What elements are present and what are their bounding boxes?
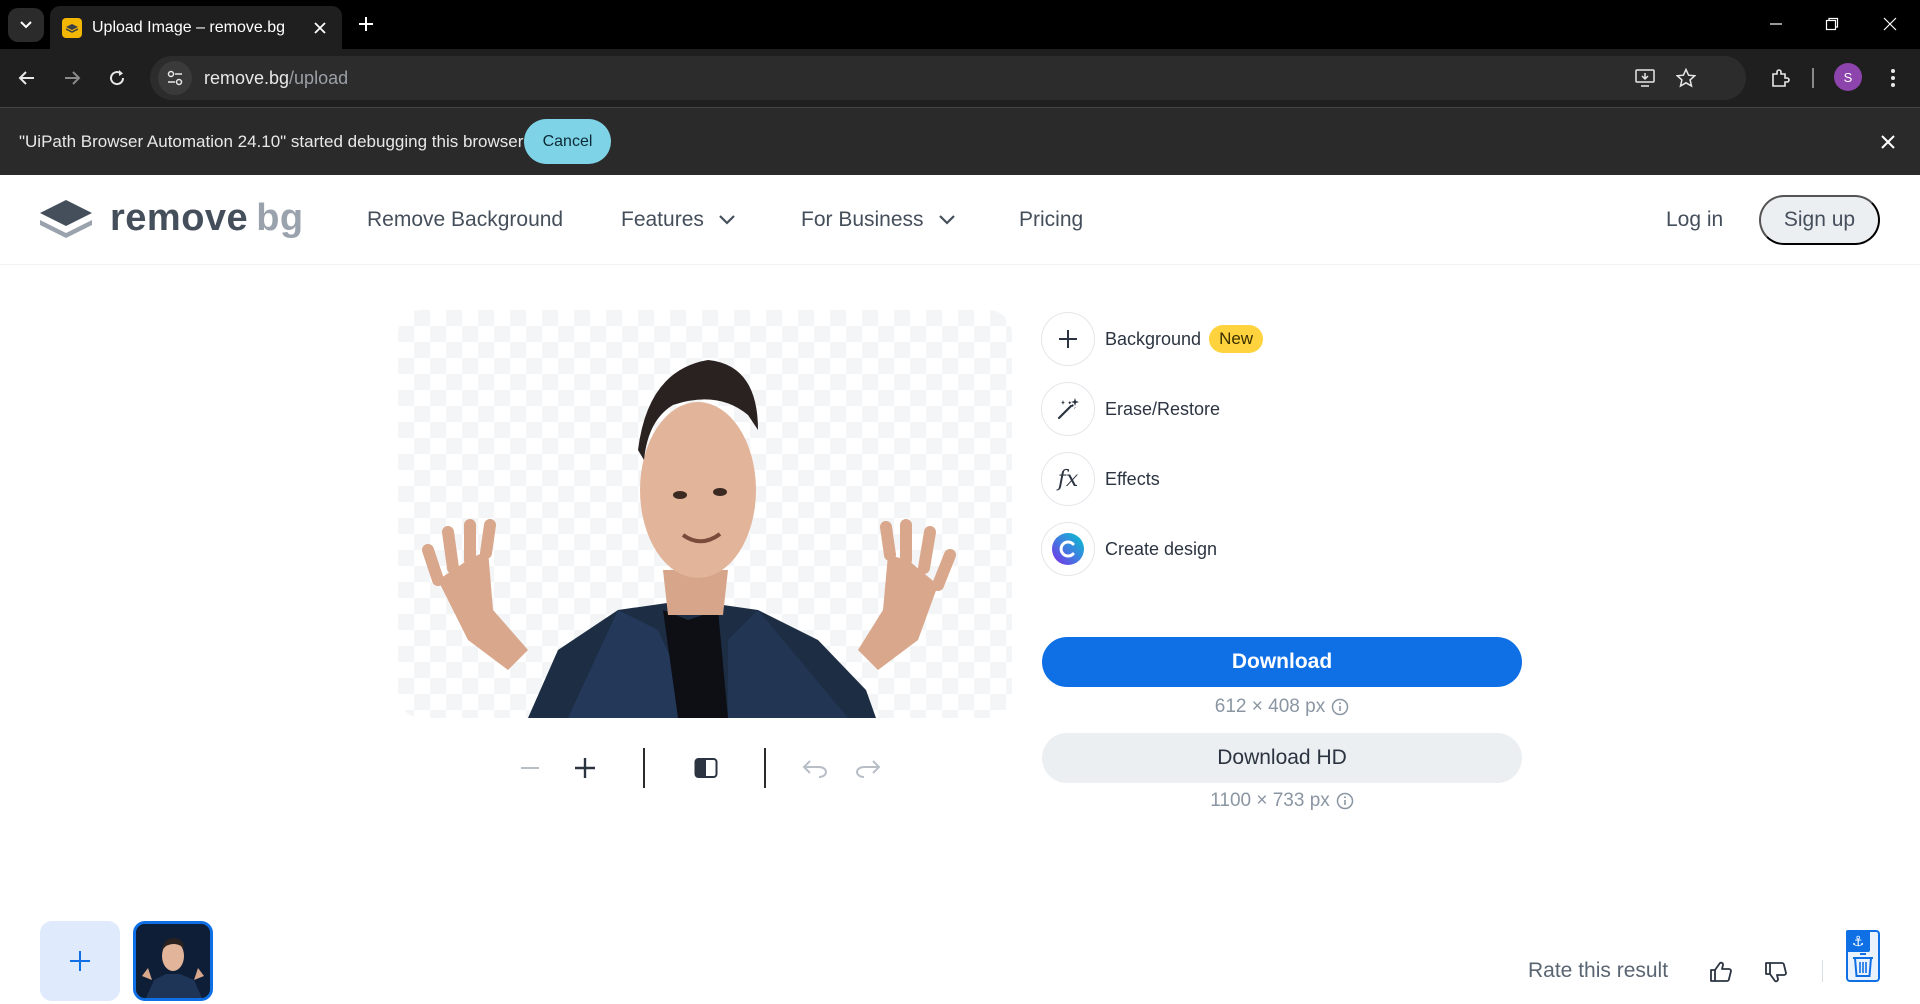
chevron-down-icon (719, 215, 735, 225)
restore-icon (1825, 17, 1839, 31)
plus-icon (575, 758, 595, 778)
minimize-icon (1770, 23, 1782, 25)
plus-icon (70, 951, 90, 971)
minus-icon (521, 767, 539, 769)
download-button[interactable]: Download (1042, 637, 1522, 687)
background-tool-label: Background (1105, 328, 1202, 349)
cutout-person-image (422, 360, 956, 718)
magic-brush-icon (1041, 382, 1095, 436)
compare-button[interactable] (686, 748, 726, 788)
info-icon[interactable] (1331, 698, 1349, 716)
puzzle-icon (1772, 69, 1790, 87)
undo-button[interactable] (795, 748, 835, 788)
thumbs-up-icon (1710, 961, 1732, 982)
profile-avatar[interactable]: S (1834, 63, 1862, 91)
thumbnail-person-image (136, 924, 210, 998)
image-thumbnail[interactable] (133, 921, 213, 1001)
browser-tab[interactable]: Upload Image – remove.bg (50, 6, 342, 49)
effects-tool[interactable]: fx Effects (1041, 452, 1160, 506)
new-tab-button[interactable] (352, 10, 380, 38)
nav-features[interactable]: Features (621, 208, 736, 232)
nav-pricing[interactable]: Pricing (1019, 208, 1083, 232)
arrow-right-icon (65, 71, 81, 85)
zoom-out-button[interactable] (510, 748, 550, 788)
infobar-cancel-button[interactable]: Cancel (524, 119, 611, 164)
thumbs-down-button[interactable] (1758, 954, 1794, 990)
logo-wordmark: remove bg (110, 197, 304, 239)
download-hd-size-note: 1100 × 733 px (1042, 790, 1522, 812)
anchor-icon: ⚓ (1846, 930, 1870, 952)
install-app-icon[interactable] (1628, 61, 1662, 95)
control-divider (643, 748, 645, 788)
download-hd-button[interactable]: Download HD (1042, 733, 1522, 783)
rate-result-text: Rate this result (1528, 959, 1669, 982)
download-size-text: 612 × 408 px (1214, 696, 1326, 717)
add-image-button[interactable] (40, 921, 120, 1001)
erase-restore-tool[interactable]: Erase/Restore (1041, 382, 1220, 436)
effects-label: Effects (1105, 468, 1160, 489)
minimize-button[interactable] (1756, 8, 1796, 40)
redo-icon (856, 760, 881, 778)
restore-button[interactable] (1812, 8, 1852, 40)
chevron-down-icon (20, 21, 32, 29)
tab-list-button[interactable] (8, 8, 44, 42)
nav-for-business[interactable]: For Business (801, 208, 956, 232)
signup-button[interactable]: Sign up (1759, 195, 1880, 245)
control-divider (764, 748, 766, 788)
tab-title: Upload Image – remove.bg (92, 18, 285, 36)
extensions-button[interactable] (1763, 61, 1797, 95)
download-hd-size-text: 1100 × 733 px (1210, 790, 1330, 811)
debugging-infobar: "UiPath Browser Automation 24.10" starte… (0, 107, 1920, 175)
browser-tab-bar: Upload Image – remove.bg (0, 0, 1920, 49)
thumbs-up-button[interactable] (1703, 954, 1739, 990)
plus-icon (359, 17, 373, 31)
info-icon[interactable] (1336, 792, 1354, 810)
bookmark-star-icon[interactable] (1669, 61, 1703, 95)
download-size-note: 612 × 408 px (1042, 696, 1522, 718)
browser-toolbar: remove.bg/upload S (0, 49, 1920, 107)
infobar-message: "UiPath Browser Automation 24.10" starte… (19, 132, 524, 151)
rate-divider (1822, 960, 1823, 982)
arrow-left-icon (18, 71, 34, 85)
more-vertical-icon (1891, 69, 1895, 87)
back-button[interactable] (10, 61, 44, 95)
erase-restore-label: Erase/Restore (1105, 398, 1221, 419)
infobar-close-icon[interactable] (1874, 128, 1902, 156)
removebg-favicon-icon (62, 17, 82, 38)
logo-layers-icon (40, 199, 92, 238)
create-design-tool[interactable]: Create design (1041, 522, 1217, 576)
undo-icon (802, 760, 827, 778)
browser-menu-button[interactable] (1876, 61, 1910, 95)
site-header: remove bg Remove Background Features For … (0, 175, 1920, 265)
address-bar[interactable]: remove.bg/upload (150, 56, 1746, 100)
close-icon (1883, 17, 1897, 31)
fx-icon: fx (1041, 452, 1095, 506)
removebg-logo[interactable]: remove bg (38, 197, 304, 240)
thumbs-down-icon (1765, 962, 1787, 983)
compare-icon (694, 758, 718, 778)
zoom-in-button[interactable] (565, 748, 605, 788)
create-design-label: Create design (1105, 538, 1218, 559)
toolbar-divider (1812, 68, 1814, 88)
login-link[interactable]: Log in (1666, 208, 1723, 232)
forward-button[interactable] (55, 61, 89, 95)
nav-remove-background[interactable]: Remove Background (367, 208, 563, 232)
tab-close-icon[interactable] (308, 16, 332, 40)
site-info-icon[interactable] (158, 61, 192, 95)
plus-icon (1041, 312, 1095, 366)
background-tool[interactable]: Background New (1041, 312, 1264, 366)
redo-button[interactable] (848, 748, 888, 788)
close-window-button[interactable] (1870, 8, 1910, 40)
reload-button[interactable] (100, 61, 134, 95)
result-preview[interactable] (398, 310, 1012, 718)
canva-icon (1041, 522, 1095, 576)
url-text: remove.bg/upload (204, 67, 349, 88)
reload-icon (110, 70, 125, 86)
chevron-down-icon (938, 215, 955, 225)
new-badge: New (1209, 325, 1264, 353)
